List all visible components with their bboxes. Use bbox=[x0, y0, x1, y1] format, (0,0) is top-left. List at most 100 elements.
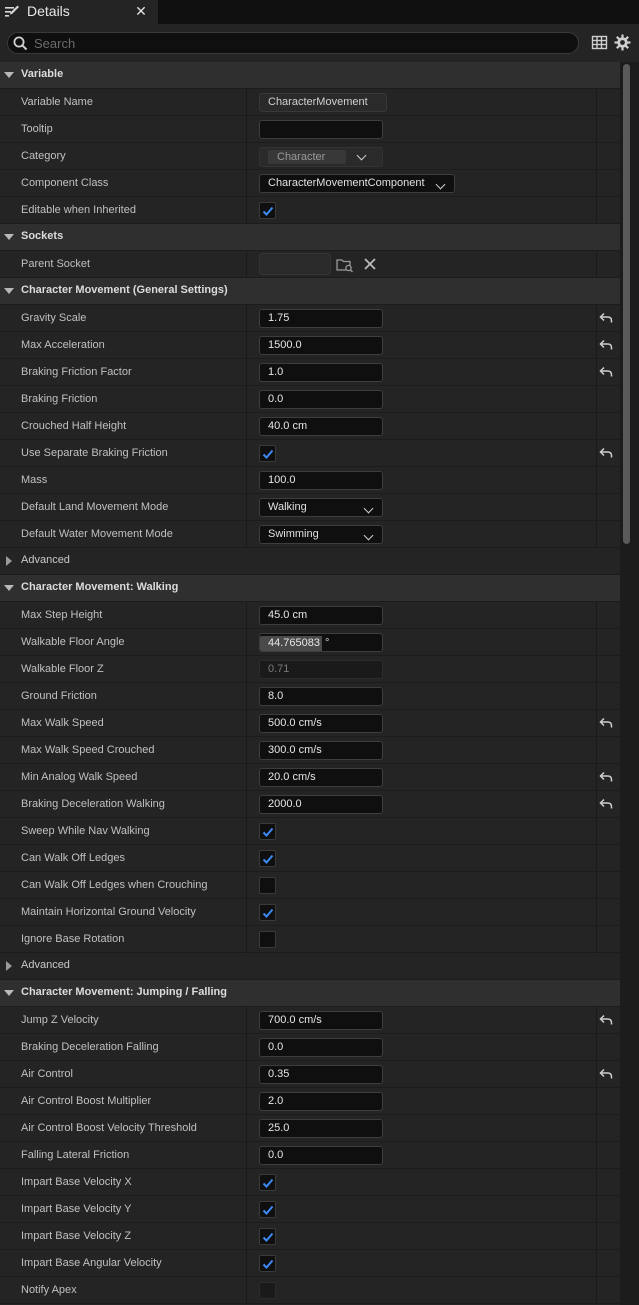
column-divider[interactable] bbox=[246, 710, 247, 737]
column-divider[interactable] bbox=[246, 764, 247, 791]
property-checkbox[interactable] bbox=[259, 1174, 276, 1191]
property-matrix-icon[interactable] bbox=[591, 34, 608, 51]
category-header[interactable]: Variable bbox=[0, 62, 620, 89]
column-divider[interactable] bbox=[246, 926, 247, 953]
property-checkbox[interactable] bbox=[259, 445, 276, 462]
reset-to-default-icon[interactable] bbox=[599, 717, 613, 729]
column-divider[interactable] bbox=[246, 494, 247, 521]
column-divider[interactable] bbox=[246, 737, 247, 764]
property-value-field[interactable]: 0.0 bbox=[259, 1038, 383, 1057]
column-divider[interactable] bbox=[246, 1250, 247, 1277]
column-divider[interactable] bbox=[246, 1007, 247, 1034]
property-value-field[interactable]: 1500.0 bbox=[259, 336, 383, 355]
column-divider[interactable] bbox=[246, 89, 247, 116]
column-divider[interactable] bbox=[246, 521, 247, 548]
property-checkbox[interactable] bbox=[259, 904, 276, 921]
reset-to-default-icon[interactable] bbox=[599, 339, 613, 351]
column-divider[interactable] bbox=[246, 1034, 247, 1061]
reset-to-default-icon[interactable] bbox=[599, 312, 613, 324]
collapse-arrow-icon[interactable] bbox=[4, 234, 14, 240]
column-divider[interactable] bbox=[246, 143, 247, 170]
column-divider[interactable] bbox=[246, 656, 247, 683]
property-value-field[interactable]: 44.765083 ° bbox=[259, 633, 383, 652]
property-value-field[interactable]: 300.0 cm/s bbox=[259, 741, 383, 760]
column-divider[interactable] bbox=[246, 629, 247, 656]
property-checkbox[interactable] bbox=[259, 931, 276, 948]
search-input[interactable] bbox=[34, 35, 564, 51]
property-value-field[interactable]: 1.75 bbox=[259, 309, 383, 328]
column-divider[interactable] bbox=[246, 251, 247, 278]
property-dropdown[interactable]: Walking bbox=[259, 498, 383, 517]
collapse-arrow-icon[interactable] bbox=[4, 72, 14, 78]
column-divider[interactable] bbox=[246, 683, 247, 710]
property-value-field[interactable]: CharacterMovement bbox=[259, 93, 387, 112]
category-header[interactable]: Character Movement: Walking bbox=[0, 575, 620, 602]
property-value-field[interactable]: 2.0 bbox=[259, 1092, 383, 1111]
column-divider[interactable] bbox=[246, 1196, 247, 1223]
property-value-field[interactable]: 2000.0 bbox=[259, 795, 383, 814]
reset-to-default-icon[interactable] bbox=[599, 1014, 613, 1026]
column-divider[interactable] bbox=[246, 440, 247, 467]
property-value-field[interactable]: 0.0 bbox=[259, 1146, 383, 1165]
column-divider[interactable] bbox=[246, 872, 247, 899]
browse-folder-icon[interactable] bbox=[336, 257, 354, 273]
column-divider[interactable] bbox=[246, 791, 247, 818]
scrollbar-thumb[interactable] bbox=[623, 64, 630, 544]
collapse-arrow-icon[interactable] bbox=[4, 990, 14, 996]
property-checkbox[interactable] bbox=[259, 877, 276, 894]
column-divider[interactable] bbox=[246, 359, 247, 386]
property-value-field[interactable]: 25.0 bbox=[259, 1119, 383, 1138]
column-divider[interactable] bbox=[246, 332, 247, 359]
reset-to-default-icon[interactable] bbox=[599, 798, 613, 810]
property-value-field[interactable]: 100.0 bbox=[259, 471, 383, 490]
property-value-field[interactable]: 1.0 bbox=[259, 363, 383, 382]
column-divider[interactable] bbox=[246, 602, 247, 629]
property-value-field[interactable]: 45.0 cm bbox=[259, 606, 383, 625]
parent-socket-field[interactable] bbox=[259, 253, 331, 275]
clear-x-icon[interactable] bbox=[363, 257, 377, 271]
expand-arrow-icon[interactable] bbox=[6, 961, 12, 971]
category-header[interactable]: Sockets bbox=[0, 224, 620, 251]
tab-details[interactable]: Details ✕ bbox=[0, 0, 158, 24]
column-divider[interactable] bbox=[246, 467, 247, 494]
settings-gear-icon[interactable] bbox=[614, 34, 631, 51]
property-value-field[interactable]: 20.0 cm/s bbox=[259, 768, 383, 787]
column-divider[interactable] bbox=[246, 1223, 247, 1250]
column-divider[interactable] bbox=[246, 1277, 247, 1304]
reset-to-default-icon[interactable] bbox=[599, 366, 613, 378]
category-header[interactable]: Character Movement: Jumping / Falling bbox=[0, 980, 620, 1007]
column-divider[interactable] bbox=[246, 1142, 247, 1169]
column-divider[interactable] bbox=[246, 170, 247, 197]
property-value-field[interactable]: 0.35 bbox=[259, 1065, 383, 1084]
collapse-arrow-icon[interactable] bbox=[4, 585, 14, 591]
category-header[interactable]: Character Movement (General Settings) bbox=[0, 278, 620, 305]
column-divider[interactable] bbox=[246, 413, 247, 440]
advanced-section-toggle[interactable]: Advanced bbox=[0, 548, 620, 575]
collapse-arrow-icon[interactable] bbox=[4, 288, 14, 294]
column-divider[interactable] bbox=[246, 845, 247, 872]
column-divider[interactable] bbox=[246, 197, 247, 224]
property-checkbox[interactable] bbox=[259, 850, 276, 867]
reset-to-default-icon[interactable] bbox=[599, 771, 613, 783]
close-icon[interactable]: ✕ bbox=[134, 3, 148, 19]
search-box[interactable] bbox=[7, 32, 579, 54]
property-value-field[interactable]: 700.0 cm/s bbox=[259, 1011, 383, 1030]
column-divider[interactable] bbox=[246, 818, 247, 845]
property-value-field[interactable]: 8.0 bbox=[259, 687, 383, 706]
property-checkbox[interactable] bbox=[259, 823, 276, 840]
advanced-section-toggle[interactable]: Advanced bbox=[0, 953, 620, 980]
property-checkbox[interactable] bbox=[259, 1282, 276, 1299]
column-divider[interactable] bbox=[246, 1169, 247, 1196]
column-divider[interactable] bbox=[246, 1061, 247, 1088]
expand-arrow-icon[interactable] bbox=[6, 556, 12, 566]
property-value-field[interactable]: 500.0 cm/s bbox=[259, 714, 383, 733]
column-divider[interactable] bbox=[246, 1115, 247, 1142]
property-value-field[interactable]: 40.0 cm bbox=[259, 417, 383, 436]
category-dropdown[interactable]: Character bbox=[259, 147, 383, 167]
property-value-field[interactable]: 0.0 bbox=[259, 390, 383, 409]
property-dropdown[interactable]: Swimming bbox=[259, 525, 383, 544]
column-divider[interactable] bbox=[246, 1088, 247, 1115]
column-divider[interactable] bbox=[246, 305, 247, 332]
column-divider[interactable] bbox=[246, 386, 247, 413]
property-checkbox[interactable] bbox=[259, 1201, 276, 1218]
